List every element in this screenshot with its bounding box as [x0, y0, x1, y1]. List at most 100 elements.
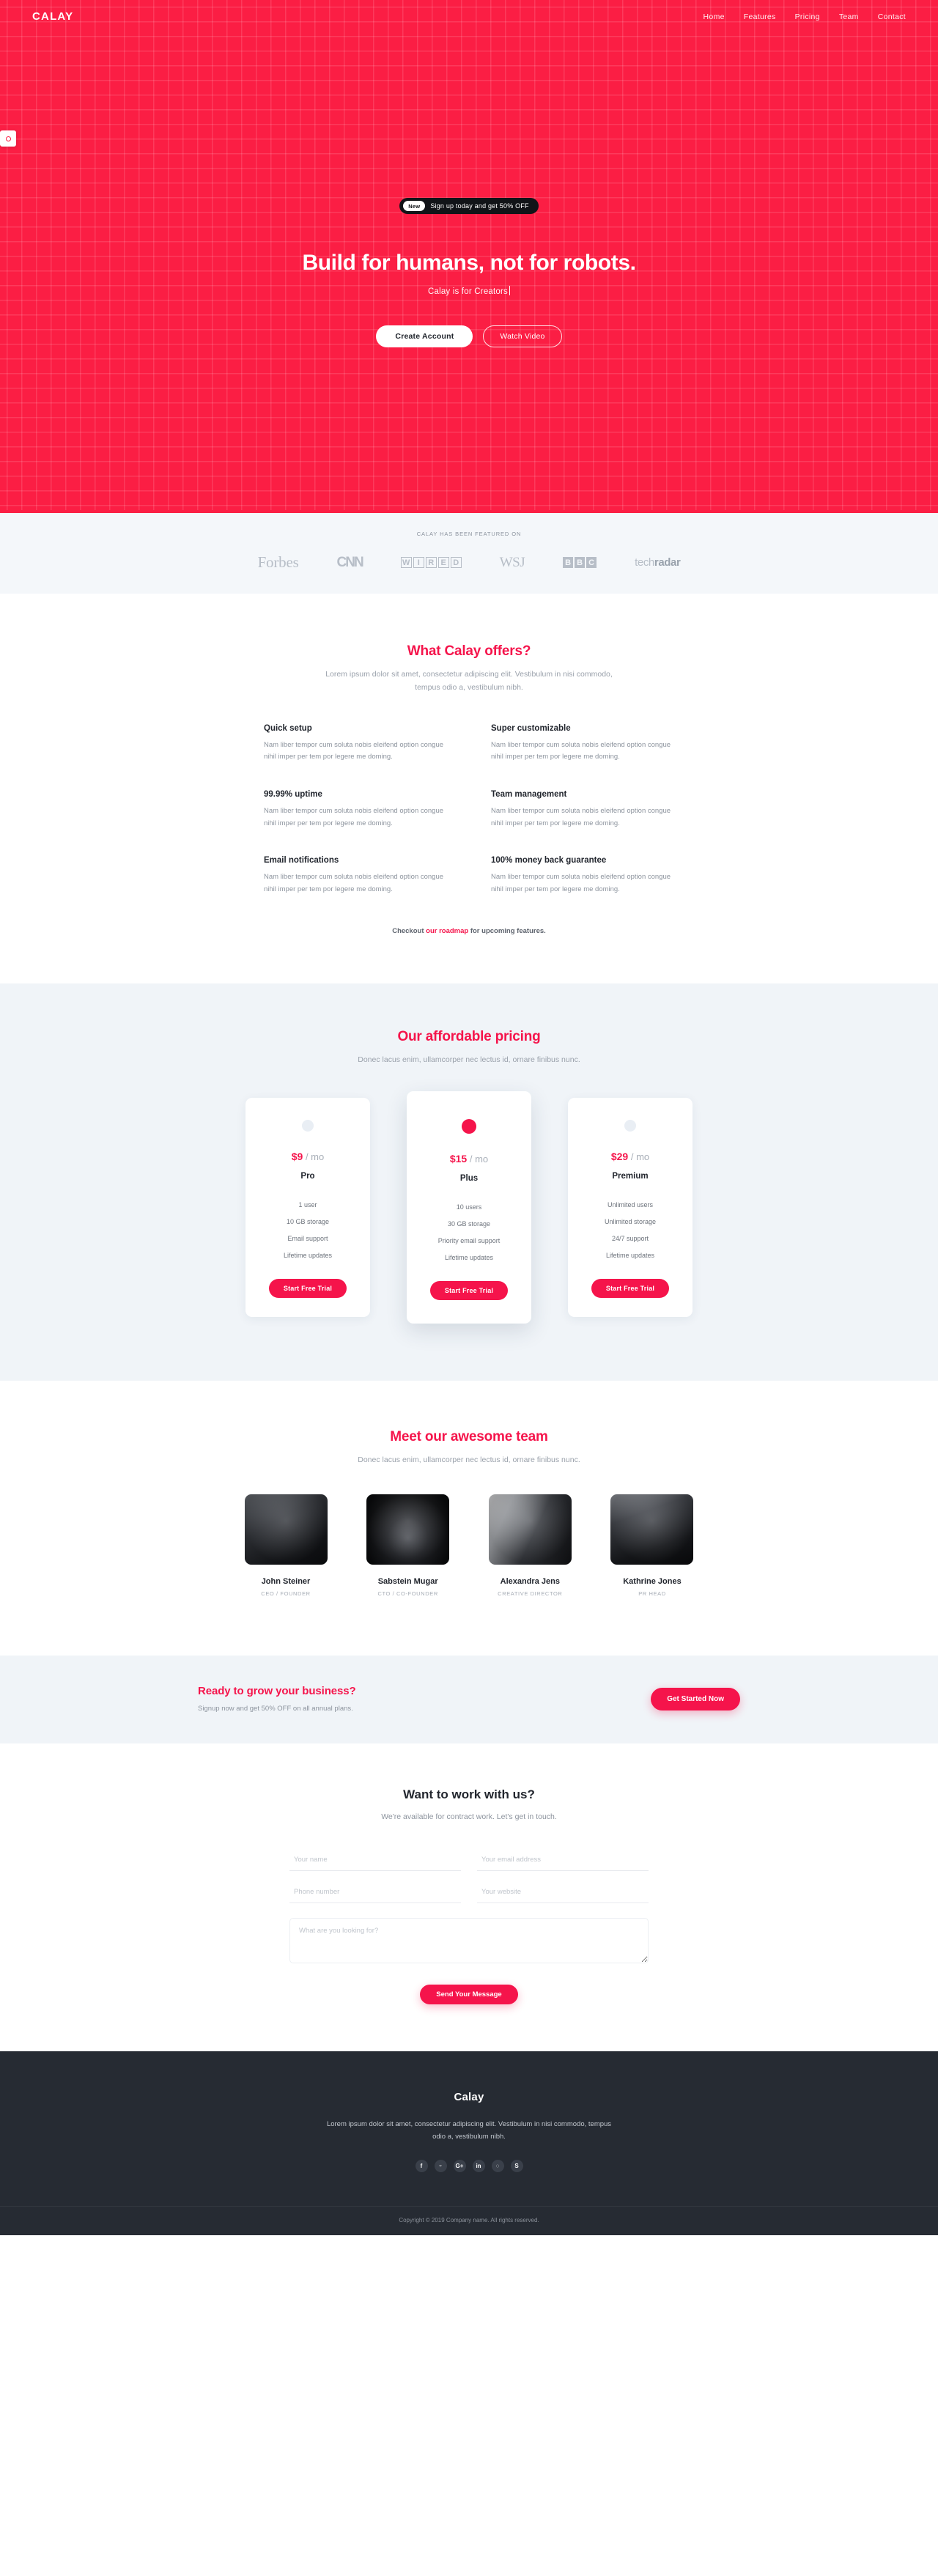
wired-letter: D — [450, 557, 462, 568]
plan-feature: Lifetime updates — [605, 1252, 655, 1260]
plan-feature: Priority email support — [437, 1237, 501, 1245]
nav-item-team[interactable]: Team — [839, 12, 859, 21]
brand-logo[interactable]: CALAY — [32, 10, 73, 23]
member-role: CEO / FOUNDER — [261, 1590, 311, 1598]
footer: Calay Lorem ipsum dolor sit amet, consec… — [0, 2051, 938, 2235]
plan-price-amount: $15 — [449, 1152, 468, 1165]
contact-title: Want to work with us? — [403, 1787, 535, 1802]
team-member: John Steiner CEO / FOUNDER — [234, 1494, 337, 1597]
cnn-logo: CNN — [336, 554, 364, 570]
plan-feature: 24/7 support — [611, 1235, 649, 1243]
bbc-letter: B — [575, 557, 586, 568]
badge-text: Sign up today and get 50% OFF — [430, 202, 529, 210]
feature-title: 100% money back guarantee — [491, 856, 607, 866]
feature-item: 100% money back guarantee Nam liber temp… — [491, 856, 674, 896]
plan-feature: Email support — [287, 1235, 328, 1243]
bbc-letter: C — [586, 557, 597, 568]
plan-name: Premium — [612, 1171, 649, 1181]
plan-feature: 10 users — [456, 1203, 482, 1211]
pricing-grid: $9 / mo Pro 1 user 10 GB storage Email s… — [245, 1090, 693, 1324]
plan-price-period: / mo — [305, 1151, 325, 1162]
plan-price-amount: $9 — [291, 1150, 303, 1162]
message-textarea[interactable] — [289, 1917, 649, 1963]
featured-on-section: CALAY HAS BEEN FEATURED ON Forbes CNN W … — [0, 513, 938, 594]
contact-section: Want to work with us? We're available fo… — [0, 1743, 938, 2051]
google-plus-icon[interactable]: G+ — [453, 2159, 466, 2172]
cta-text-block: Ready to grow your business? Signup now … — [198, 1685, 356, 1713]
avatar — [610, 1494, 694, 1565]
nav-item-features[interactable]: Features — [744, 12, 776, 21]
roadmap-prefix: Checkout — [392, 926, 426, 935]
feature-item: Team management Nam liber tempor cum sol… — [491, 790, 674, 830]
plan-feature: Lifetime updates — [283, 1252, 333, 1260]
side-toggle-button[interactable] — [0, 130, 16, 147]
pricing-card-premium: $29 / mo Premium Unlimited users Unlimit… — [568, 1097, 693, 1317]
cta-inner: Ready to grow your business? Signup now … — [198, 1685, 740, 1713]
plan-price-period: / mo — [630, 1151, 650, 1162]
start-free-trial-button[interactable]: Start Free Trial — [429, 1280, 509, 1300]
website-input[interactable] — [477, 1881, 649, 1903]
feature-title: Quick setup — [264, 723, 312, 733]
member-role: CTO / CO-FOUNDER — [377, 1590, 438, 1598]
start-free-trial-button[interactable]: Start Free Trial — [591, 1278, 670, 1298]
plan-feature: 10 GB storage — [286, 1218, 330, 1226]
nav-item-home[interactable]: Home — [704, 12, 725, 21]
skype-icon[interactable]: S — [510, 2159, 523, 2172]
form-row — [289, 1848, 649, 1871]
send-message-button[interactable]: Send Your Message — [420, 1984, 518, 2004]
footer-description: Lorem ipsum dolor sit amet, consectetur … — [326, 2119, 612, 2141]
member-name: Alexandra Jens — [500, 1577, 560, 1587]
roadmap-suffix: for upcoming features. — [468, 926, 546, 935]
wired-letter: E — [437, 557, 449, 568]
nav-item-pricing[interactable]: Pricing — [795, 12, 820, 21]
email-input[interactable] — [477, 1848, 649, 1871]
plan-feature-list: 10 users 30 GB storage Priority email su… — [407, 1199, 531, 1266]
team-member: Alexandra Jens CREATIVE DIRECTOR — [479, 1494, 581, 1597]
nav-item-contact[interactable]: Contact — [878, 12, 906, 21]
techradar-light: tech — [635, 556, 654, 569]
twitter-icon[interactable]: ᵕ — [434, 2159, 447, 2172]
name-input[interactable] — [289, 1848, 461, 1871]
wsj-logo: WSJ — [499, 554, 525, 570]
navbar: CALAY Home Features Pricing Team Contact — [0, 0, 938, 33]
typing-caret-icon — [509, 286, 510, 295]
techradar-logo: techradar — [635, 556, 681, 569]
plan-price-amount: $29 — [610, 1150, 629, 1162]
create-account-button[interactable]: Create Account — [376, 325, 473, 347]
phone-input[interactable] — [289, 1881, 461, 1903]
hero-actions: Create Account Watch Video — [0, 325, 938, 347]
press-logos: Forbes CNN W I R E D WSJ B B C techradar — [0, 553, 938, 572]
plan-dot-icon — [302, 1119, 314, 1132]
feature-item: 99.99% uptime Nam liber tempor cum solut… — [264, 790, 447, 830]
roadmap-link[interactable]: our roadmap — [426, 927, 468, 935]
dribbble-icon[interactable]: ◌ — [491, 2159, 504, 2172]
pricing-title: Our affordable pricing — [397, 1028, 541, 1044]
feature-title: Super customizable — [491, 723, 571, 733]
cta-band-section: Ready to grow your business? Signup now … — [0, 1656, 938, 1744]
pricing-card-plus: $15 / mo Plus 10 users 30 GB storage Pri… — [407, 1090, 531, 1324]
featured-kicker: CALAY HAS BEEN FEATURED ON — [416, 531, 522, 537]
linkedin-icon[interactable]: in — [472, 2159, 485, 2172]
pricing-subtitle: Donec lacus enim, ullamcorper nec lectus… — [358, 1055, 580, 1064]
feature-item: Quick setup Nam liber tempor cum soluta … — [264, 724, 447, 764]
start-free-trial-button[interactable]: Start Free Trial — [268, 1278, 347, 1298]
forbes-logo: Forbes — [257, 553, 299, 571]
team-member: Kathrine Jones PR HEAD — [601, 1494, 704, 1597]
member-name: John Steiner — [261, 1577, 311, 1587]
footer-brand: Calay — [454, 2090, 484, 2103]
hero-typed-line: Calay is for Creators — [0, 286, 938, 296]
plan-price: $9 / mo — [245, 1151, 370, 1162]
get-started-now-button[interactable]: Get Started Now — [651, 1687, 740, 1710]
feature-body: Nam liber tempor cum soluta nobis eleife… — [264, 740, 444, 761]
member-role: PR HEAD — [638, 1590, 666, 1598]
member-role: CREATIVE DIRECTOR — [498, 1590, 563, 1598]
pricing-section: Our affordable pricing Donec lacus enim,… — [0, 983, 938, 1381]
contact-form: Send Your Message — [289, 1848, 649, 2004]
feature-title: 99.99% uptime — [264, 790, 322, 799]
promo-badge[interactable]: New Sign up today and get 50% OFF — [399, 198, 539, 214]
feature-item: Email notifications Nam liber tempor cum… — [264, 856, 447, 896]
hero-headline: Build for humans, not for robots. — [302, 251, 636, 275]
watch-video-button[interactable]: Watch Video — [483, 325, 562, 347]
facebook-icon[interactable]: f — [415, 2159, 428, 2172]
cta-title: Ready to grow your business? — [198, 1685, 356, 1698]
